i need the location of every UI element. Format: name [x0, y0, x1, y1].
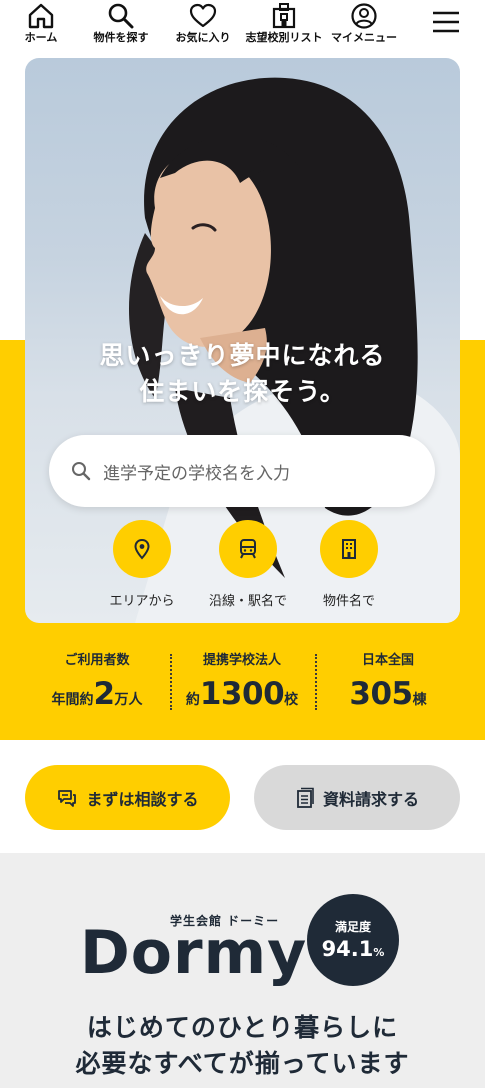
- document-icon: [297, 787, 314, 808]
- stat-divider: [170, 654, 172, 710]
- home-icon: [28, 3, 54, 29]
- search-icon: [108, 3, 134, 29]
- stat-nationwide: 日本全国 305棟: [328, 652, 448, 712]
- stat-partners-number: 1300: [199, 676, 285, 712]
- satisfaction-number: 94.1: [321, 937, 374, 961]
- search-by-property-button[interactable]: 物件名で: [304, 520, 394, 609]
- satisfaction-unit: %: [373, 946, 385, 959]
- tagline-line1: はじめてのひとり暮らしに: [86, 1013, 399, 1042]
- satisfaction-label: 満足度: [334, 920, 371, 934]
- nav-home[interactable]: ホーム: [14, 0, 68, 58]
- request-brochure-button-label: 資料請求する: [322, 789, 419, 809]
- quick-property-label: 物件名で: [322, 594, 375, 609]
- stat-users-suffix: 万人: [114, 692, 143, 708]
- satisfaction-value: 94.1%: [307, 937, 399, 961]
- nav-home-label: ホーム: [24, 31, 58, 44]
- nav-search-label: 物件を探す: [93, 31, 149, 44]
- stat-partners-value: 約1300校: [182, 676, 302, 712]
- quick-area-label: エリアから: [109, 594, 175, 609]
- stat-partners: 提携学校法人 約1300校: [182, 652, 302, 712]
- stat-nationwide-label: 日本全国: [361, 653, 414, 668]
- school-search-input[interactable]: 進学予定の学校名を入力: [49, 435, 435, 507]
- train-icon: [240, 539, 256, 559]
- search-by-line-button[interactable]: 沿線・駅名で: [203, 520, 293, 609]
- request-brochure-button[interactable]: 資料請求する: [254, 765, 460, 830]
- nav-mymenu-label: マイメニュー: [331, 31, 397, 44]
- consult-button-label: まずは相談する: [86, 789, 199, 809]
- stat-nationwide-value: 305棟: [328, 676, 448, 712]
- top-nav: ホーム 物件を探す お気に入り 志望校別リスト マイメニュー: [0, 0, 485, 58]
- user-icon: [351, 3, 377, 29]
- nav-favorites-label: お気に入り: [175, 31, 231, 44]
- search-icon: [72, 462, 91, 481]
- stat-nationwide-suffix: 棟: [412, 692, 427, 708]
- stat-users-prefix: 年間約: [51, 692, 94, 708]
- quick-area-circle: [113, 520, 171, 578]
- nav-favorites[interactable]: お気に入り: [168, 0, 238, 58]
- hamburger-menu-button[interactable]: [426, 0, 466, 58]
- nav-wishlist[interactable]: 志望校別リスト: [244, 0, 324, 58]
- brand-tagline: はじめてのひとり暮らしに 必要なすべてが揃っています: [0, 1010, 485, 1082]
- search-by-area-button[interactable]: エリアから: [97, 520, 187, 609]
- dormy-logo: Dormy: [80, 918, 308, 988]
- search-placeholder: 進学予定の学校名を入力: [103, 463, 290, 484]
- heart-icon: [189, 3, 217, 28]
- quick-line-circle: [219, 520, 277, 578]
- nav-wishlist-label: 志望校別リスト: [245, 31, 323, 44]
- stat-nationwide-number: 305: [349, 676, 413, 712]
- stat-partners-suffix: 校: [284, 692, 299, 708]
- stat-divider: [315, 654, 317, 710]
- quick-line-label: 沿線・駅名で: [208, 594, 287, 609]
- building-icon: [342, 539, 356, 559]
- hero-headline-line2: 住まいを探そう。: [139, 377, 346, 406]
- tagline-line2: 必要なすべてが揃っています: [75, 1049, 410, 1078]
- stat-users-value: 年間約2万人: [37, 676, 157, 712]
- chat-icon: [58, 789, 77, 807]
- satisfaction-badge: 満足度 94.1%: [307, 894, 399, 986]
- quick-property-circle: [320, 520, 378, 578]
- stat-partners-prefix: 約: [185, 692, 200, 708]
- hamburger-icon: [433, 11, 459, 33]
- nav-mymenu[interactable]: マイメニュー: [325, 0, 403, 58]
- stat-users-number: 2: [93, 676, 115, 712]
- location-pin-icon: [134, 538, 150, 560]
- nav-search[interactable]: 物件を探す: [82, 0, 160, 58]
- hero-headline-line1: 思いっきり夢中になれる: [99, 341, 386, 370]
- consult-button[interactable]: まずは相談する: [25, 765, 230, 830]
- stat-users: ご利用者数 年間約2万人: [37, 652, 157, 712]
- stat-partners-label: 提携学校法人: [202, 653, 281, 668]
- hero-headline: 思いっきり夢中になれる 住まいを探そう。: [0, 338, 485, 410]
- stat-users-label: ご利用者数: [64, 653, 130, 668]
- school-icon: [272, 3, 296, 29]
